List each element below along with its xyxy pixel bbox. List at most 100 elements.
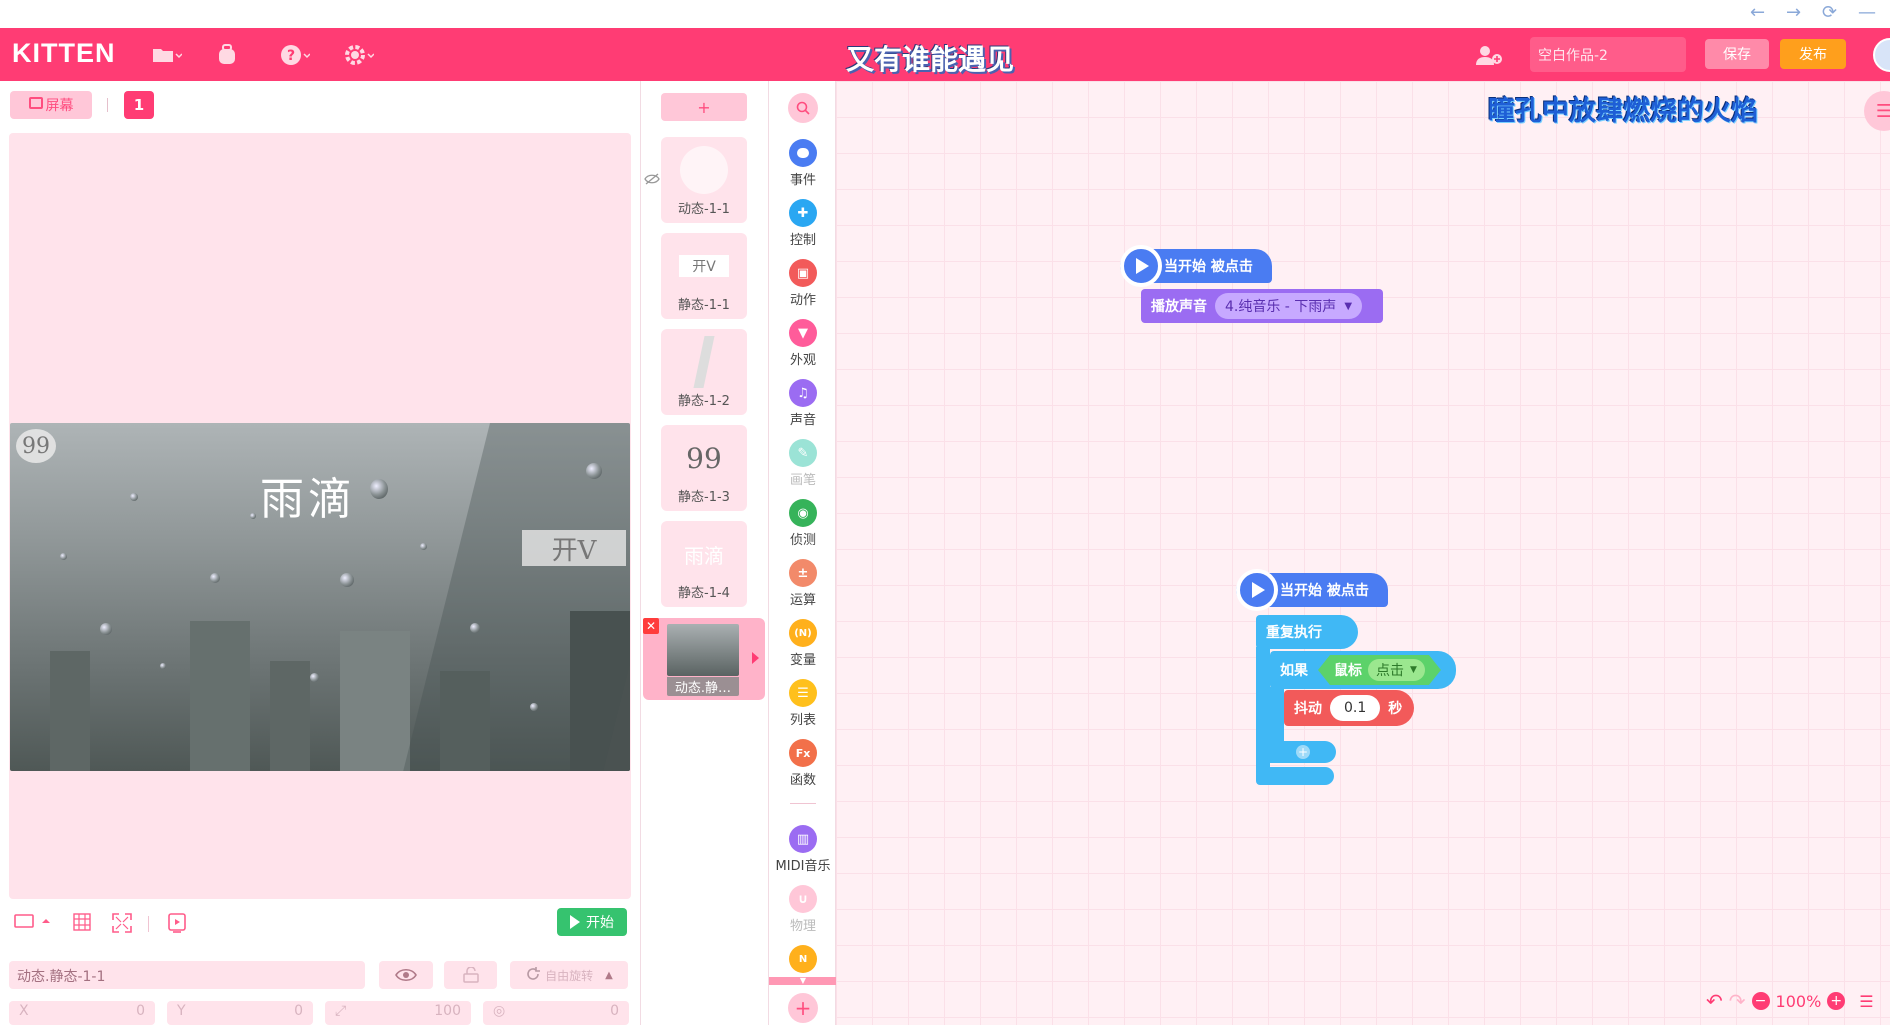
zoom-out-icon[interactable]: − bbox=[1751, 992, 1770, 1010]
category-looks[interactable]: ▼ 外观 bbox=[769, 319, 837, 368]
play-icon bbox=[570, 915, 580, 929]
zoom-in-icon[interactable]: + bbox=[1827, 992, 1846, 1010]
sprite-item-selected[interactable]: ✕ 动态.静… bbox=[643, 618, 765, 700]
sprite-item[interactable]: 静态-1-2 bbox=[661, 329, 747, 415]
scroll-down-icon[interactable]: ▼ bbox=[769, 977, 837, 985]
sprite-thumbnail: 开V bbox=[679, 241, 729, 291]
hidden-eye-icon bbox=[644, 173, 660, 189]
if-block[interactable]: 如果 鼠标 点击 ▼ bbox=[1270, 651, 1456, 689]
add-sprite-button[interactable]: + bbox=[661, 93, 747, 121]
rotation-mode-select[interactable]: 自由旋转 ▲ bbox=[510, 961, 628, 989]
lock-icon[interactable] bbox=[444, 961, 497, 989]
pen-icon: ✎ bbox=[789, 439, 817, 467]
repeat-forever-block[interactable]: 重复执行 bbox=[1256, 615, 1358, 649]
click-select[interactable]: 点击 ▼ bbox=[1368, 659, 1425, 681]
shake-block[interactable]: 抖动 0.1 秒 bbox=[1284, 690, 1414, 726]
app-header: KITTEN ? 又有谁能遇见 保存 发布 bbox=[0, 28, 1890, 81]
sprite-item[interactable]: 动态-1-1 bbox=[661, 137, 747, 223]
screen-button[interactable]: 屏幕 bbox=[10, 91, 92, 119]
if-body bbox=[1270, 687, 1284, 745]
rotate-icon bbox=[525, 966, 541, 985]
play-icon bbox=[1236, 569, 1278, 611]
size-icon: ⤢ bbox=[335, 1003, 347, 1019]
sound-select[interactable]: 4.纯音乐 - 下雨声 ▼ bbox=[1215, 293, 1363, 319]
add-block-icon[interactable]: + bbox=[1296, 745, 1310, 759]
side-panel-toggle-icon[interactable]: ☰ bbox=[1864, 91, 1890, 131]
category-midi[interactable]: ▥ MIDI音乐 bbox=[769, 825, 837, 874]
block-categories: 事件 ✚ 控制 ▣ 动作 ▼ 外观 ♫ 声音 ✎ 画笔 ◉ 侦测 ± 运算 (N… bbox=[768, 81, 837, 1025]
sprite-thumbnail bbox=[667, 624, 739, 676]
search-icon[interactable] bbox=[788, 93, 818, 123]
open-v-sprite[interactable]: 开V bbox=[522, 530, 626, 566]
direction-field[interactable]: ◎ 0 bbox=[483, 1001, 629, 1025]
rotation-mode-label: 自由旋转 bbox=[545, 968, 594, 983]
visibility-eye-icon[interactable] bbox=[379, 961, 433, 989]
start-button[interactable]: 开始 bbox=[557, 908, 627, 936]
fullscreen-icon[interactable] bbox=[112, 913, 132, 938]
grid-icon[interactable] bbox=[73, 913, 91, 936]
if-footer: + bbox=[1270, 741, 1336, 763]
category-variables[interactable]: (N) 变量 bbox=[769, 619, 837, 668]
forward-arrow-icon[interactable]: → bbox=[1786, 2, 1801, 23]
quote-sprite[interactable]: 99 bbox=[16, 429, 56, 463]
sprite-name-field[interactable]: 动态.静态-1-1 bbox=[9, 961, 365, 989]
y-coordinate-field[interactable]: Y 0 bbox=[167, 1001, 313, 1025]
list-icon: ☰ bbox=[789, 679, 817, 707]
stage-panel: 屏幕 1 雨滴 开V 99 开始 动态.静态-1-1 自由旋转 ▲ X 0 Y … bbox=[0, 81, 640, 1025]
category-extension[interactable]: N bbox=[769, 945, 837, 975]
screen-tab-1[interactable]: 1 bbox=[124, 91, 154, 119]
category-motion[interactable]: ▣ 动作 bbox=[769, 259, 837, 308]
magnet-icon: ∪ bbox=[789, 885, 817, 913]
category-lists[interactable]: ☰ 列表 bbox=[769, 679, 837, 728]
category-control[interactable]: ✚ 控制 bbox=[769, 199, 837, 248]
stage-size-icon[interactable] bbox=[14, 913, 50, 934]
sprite-thumbnail: 99 bbox=[686, 441, 722, 475]
list-view-icon[interactable]: ☰ bbox=[1859, 992, 1873, 1011]
sprite-item[interactable]: 99 静态-1-3 bbox=[661, 425, 747, 511]
repeat-footer bbox=[1256, 767, 1334, 785]
expand-arrow-icon[interactable] bbox=[752, 652, 759, 664]
category-operators[interactable]: ± 运算 bbox=[769, 559, 837, 608]
category-sound[interactable]: ♫ 声音 bbox=[769, 379, 837, 428]
music-note-icon: ♫ bbox=[789, 379, 817, 407]
x-coordinate-field[interactable]: X 0 bbox=[9, 1001, 155, 1025]
piano-icon: ▥ bbox=[789, 825, 817, 853]
mouse-click-condition[interactable]: 鼠标 点击 ▼ bbox=[1318, 655, 1441, 685]
back-arrow-icon[interactable]: ← bbox=[1750, 2, 1765, 23]
workspace-controls: ↶ ↷ − 100% + ☰ bbox=[1706, 988, 1874, 1014]
refresh-icon[interactable]: ⟳ bbox=[1822, 2, 1837, 23]
save-button[interactable]: 保存 bbox=[1705, 39, 1769, 69]
user-avatar[interactable] bbox=[1873, 38, 1890, 72]
play-sound-block[interactable]: 播放声音 4.纯音乐 - 下雨声 ▼ bbox=[1141, 289, 1383, 323]
when-start-clicked-block[interactable]: 当开始 被点击 bbox=[1120, 245, 1272, 287]
size-field[interactable]: ⤢ 100 bbox=[325, 1001, 471, 1025]
delete-sprite-icon[interactable]: ✕ bbox=[643, 618, 659, 634]
publish-button[interactable]: 发布 bbox=[1780, 39, 1846, 69]
direction-icon: ◎ bbox=[493, 1003, 506, 1019]
sprite-thumbnail bbox=[679, 336, 729, 388]
add-collaborator-icon[interactable] bbox=[1472, 42, 1506, 68]
category-events[interactable]: 事件 bbox=[769, 139, 837, 188]
when-start-clicked-block[interactable]: 当开始 被点击 bbox=[1236, 569, 1388, 611]
chevron-down-icon: ▼ bbox=[1410, 665, 1417, 675]
redo-icon[interactable]: ↷ bbox=[1729, 989, 1746, 1013]
category-pen[interactable]: ✎ 画笔 bbox=[769, 439, 837, 488]
category-functions[interactable]: Fx 函数 bbox=[769, 739, 837, 788]
undo-icon[interactable]: ↶ bbox=[1706, 989, 1723, 1013]
window-bar: ← → ⟳ — bbox=[0, 0, 1890, 28]
present-mode-icon[interactable] bbox=[167, 913, 187, 938]
code-workspace[interactable]: 瞳孔中放肆燃烧的火焰 ☰ 当开始 被点击 播放声音 4.纯音乐 - 下雨声 ▼ … bbox=[836, 81, 1890, 1025]
category-sensing[interactable]: ◉ 侦测 bbox=[769, 499, 837, 548]
caret-up-icon: ▲ bbox=[605, 969, 613, 981]
project-name-input[interactable] bbox=[1530, 37, 1686, 72]
math-icon: ± bbox=[789, 559, 817, 587]
minimize-icon[interactable]: — bbox=[1858, 2, 1876, 23]
sprite-thumbnail bbox=[679, 145, 729, 195]
category-physics[interactable]: ∪ 物理 bbox=[769, 885, 837, 934]
add-extension-button[interactable]: + bbox=[788, 993, 818, 1023]
sprite-item[interactable]: 开V 静态-1-1 bbox=[661, 233, 747, 319]
rain-window-image: 雨滴 开V 99 bbox=[10, 423, 630, 771]
shake-duration-input[interactable]: 0.1 bbox=[1330, 695, 1381, 721]
screen-label: 屏幕 bbox=[45, 98, 74, 114]
sprite-item[interactable]: 雨滴 静态-1-4 bbox=[661, 521, 747, 607]
